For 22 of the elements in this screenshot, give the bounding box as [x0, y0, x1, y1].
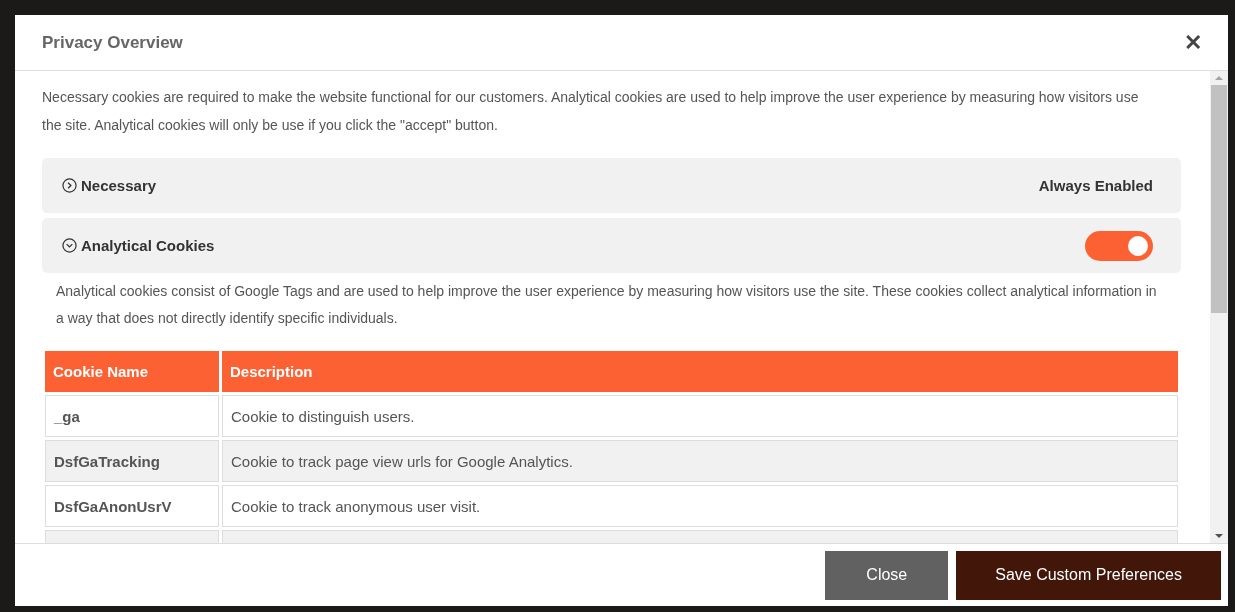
- close-button[interactable]: Close: [825, 550, 949, 600]
- section-description: Analytical cookies consist of Google Tags and are used to help improve the user experience by measuring how visitors use the site. These cookies collect analytical information in a way that does not directly identify specific individuals.: [55, 282, 1158, 328]
- close-button[interactable]: ✕: [1184, 31, 1202, 54]
- column-header: Cookie Name: [45, 351, 219, 392]
- toggle-switch[interactable]: [1085, 230, 1153, 261]
- table-cell: _ga: [45, 395, 219, 437]
- accordion-toggle[interactable]: Necessary: [62, 177, 157, 194]
- column-header: Description: [222, 351, 1178, 392]
- dialog-title: Privacy Overview: [42, 32, 183, 53]
- intro-text: Necessary cookies are required to make the website functional for our customers. Analytical cookies are used to help improve the user experience by measuring how visitors use the site. Analytical cookies will only be use if you click the "accept" button.: [42, 88, 1140, 135]
- table-cell: Cookie to distinguish users.: [222, 395, 1178, 437]
- status-label: Always Enabled: [1038, 177, 1153, 194]
- table-cell: DsfGaTracking: [45, 440, 219, 482]
- accordion-toggle[interactable]: Analytical Cookies: [62, 237, 215, 254]
- chevron-down-icon: [62, 238, 77, 253]
- chevron-right-icon: [62, 178, 77, 193]
- table-cell: DsfGaAnonUsrV: [45, 485, 219, 527]
- save-button[interactable]: Save Custom Preferences: [956, 550, 1221, 600]
- table-cell: Cookie to track page view urls for Google Analytics.: [222, 440, 1178, 482]
- scrollbar[interactable]: [1210, 71, 1228, 543]
- table-cell: Cookie to track anonymous user visit.: [222, 485, 1178, 527]
- scroll-thumb[interactable]: [1211, 85, 1227, 313]
